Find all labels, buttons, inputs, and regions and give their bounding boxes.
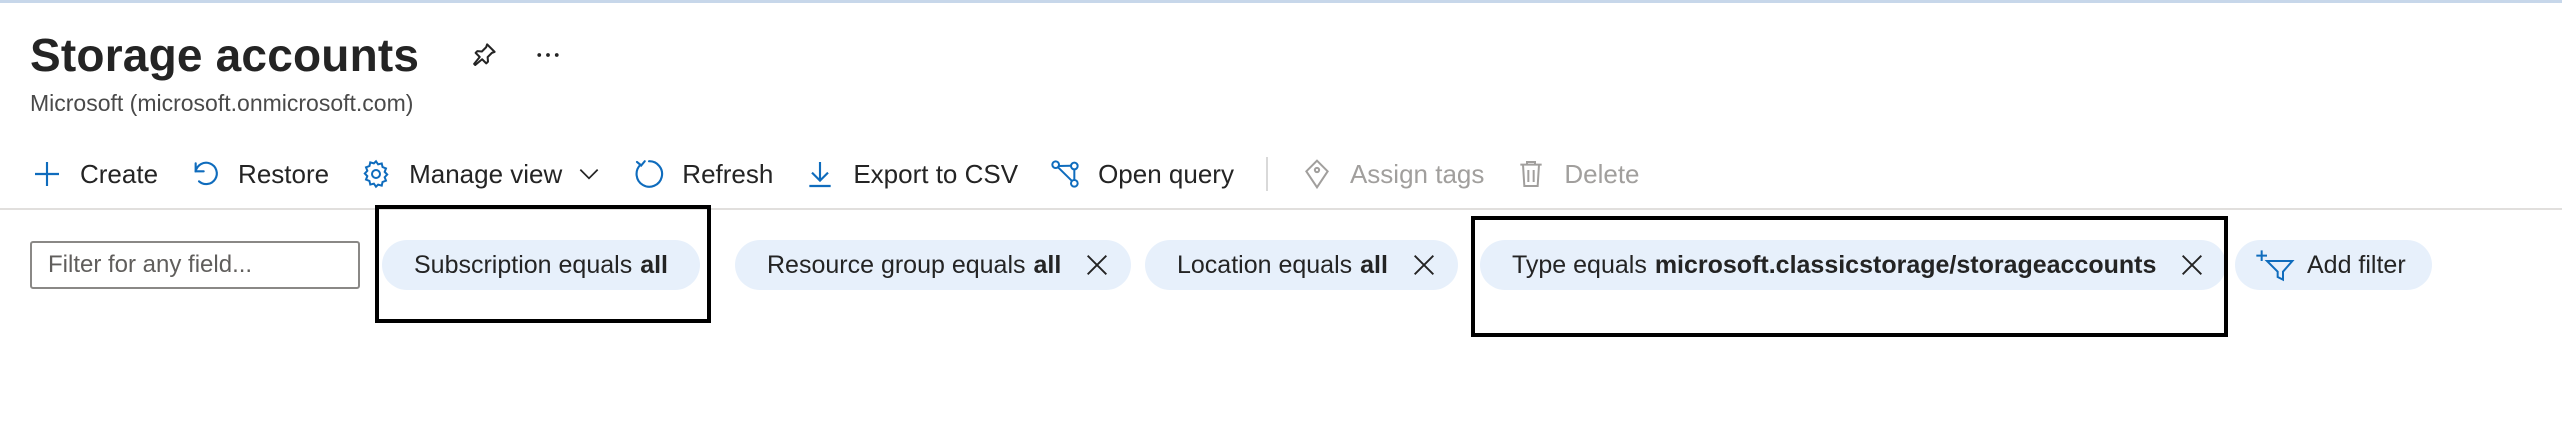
location-filter-pill[interactable]: Location equals all [1145, 240, 1458, 290]
delete-label: Delete [1564, 158, 1640, 189]
open-query-label: Open query [1098, 158, 1234, 189]
export-csv-label: Export to CSV [853, 158, 1019, 189]
close-icon[interactable] [1410, 251, 1438, 279]
export-csv-button[interactable]: Export to CSV [803, 152, 1018, 196]
location-filter-value: all [1360, 250, 1388, 279]
close-icon[interactable] [1083, 251, 1111, 279]
top-accent-line [0, 0, 2562, 3]
more-ellipsis-icon[interactable] [531, 38, 565, 72]
subscription-filter-value: all [640, 250, 668, 279]
undo-icon [188, 157, 222, 191]
page-title: Storage accounts [30, 29, 420, 81]
type-filter-value: microsoft.classicstorage/storageaccounts [1654, 250, 2157, 279]
create-label: Create [80, 158, 159, 189]
chevron-down-icon [576, 161, 602, 187]
trash-icon [1514, 157, 1548, 191]
resource-group-filter-pill[interactable]: Resource group equals all [735, 240, 1132, 290]
location-filter-label: Location equals [1177, 250, 1353, 279]
plus-icon [30, 157, 64, 191]
subscription-filter-label: Subscription equals [414, 250, 633, 279]
refresh-label: Refresh [682, 158, 774, 189]
delete-button[interactable]: Delete [1514, 152, 1640, 196]
type-filter-pill[interactable]: Type equals microsoft.classicstorage/sto… [1480, 240, 2227, 290]
pin-icon[interactable] [467, 38, 501, 72]
assign-tags-button[interactable]: Assign tags [1300, 152, 1484, 196]
toolbar-divider [0, 208, 2562, 210]
restore-label: Restore [238, 158, 330, 189]
open-query-button[interactable]: Open query [1048, 152, 1234, 196]
create-button[interactable]: Create [30, 152, 158, 196]
assign-tags-label: Assign tags [1349, 158, 1485, 189]
add-filter-button[interactable]: Add filter [2235, 240, 2432, 290]
resource-group-filter-value: all [1033, 250, 1062, 279]
command-toolbar: Create Restore Manage view Refresh Expor… [30, 152, 1670, 196]
refresh-icon [632, 157, 666, 191]
subscription-filter-pill[interactable]: Subscription equals all [382, 240, 700, 290]
query-graph-icon [1048, 157, 1082, 191]
tag-icon [1300, 157, 1334, 191]
close-icon[interactable] [2178, 251, 2206, 279]
page-header: Storage accounts [30, 28, 565, 82]
manage-view-label: Manage view [409, 158, 563, 189]
filter-input[interactable] [30, 241, 360, 289]
resource-group-filter-label: Resource group equals [767, 250, 1026, 279]
type-filter-label: Type equals [1512, 250, 1647, 279]
download-icon [803, 157, 837, 191]
directory-subtitle: Microsoft (microsoft.onmicrosoft.com) [30, 90, 414, 116]
toolbar-separator [1265, 157, 1268, 191]
refresh-button[interactable]: Refresh [632, 152, 773, 196]
gear-icon [359, 157, 393, 191]
add-filter-icon [2255, 248, 2295, 282]
restore-button[interactable]: Restore [188, 152, 329, 196]
filter-bar: Subscription equals all Resource group e… [30, 240, 2560, 290]
manage-view-button[interactable]: Manage view [359, 152, 602, 196]
add-filter-label: Add filter [2307, 250, 2406, 279]
